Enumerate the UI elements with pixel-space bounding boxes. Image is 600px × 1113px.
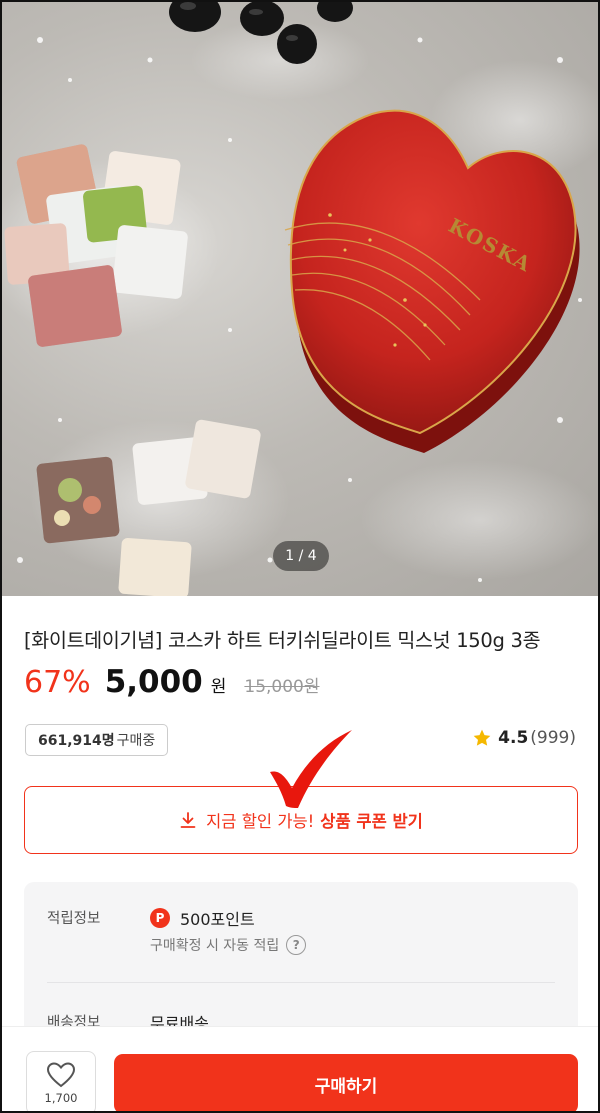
like-button[interactable]: 1,700 [26, 1051, 96, 1113]
buyers-count: 661,914명 [38, 733, 115, 749]
like-count: 1,700 [44, 1091, 78, 1105]
rating[interactable]: 4.5 (999) [472, 728, 576, 748]
heart-icon [46, 1062, 76, 1088]
star-icon [473, 729, 491, 746]
points-value: 500포인트 [180, 910, 255, 929]
coupon-text: 지금 할인 가능! [206, 812, 315, 831]
points-icon: P [150, 908, 170, 928]
help-icon[interactable]: ? [286, 935, 307, 955]
buyers-suffix: 구매중 [116, 733, 156, 749]
original-price: 15,000원 [244, 677, 320, 697]
points-row: P 500포인트 [150, 906, 255, 930]
review-count[interactable]: (999) [530, 728, 576, 748]
points-note-row: 구매확정 시 자동 적립 ? [150, 935, 307, 955]
sale-price: 5,000 [104, 664, 203, 700]
points-label: 적립정보 [47, 911, 101, 927]
product-title: [화이트데이기념] 코스카 하트 터키쉬딜라이트 믹스넛 150g 3종 [24, 629, 541, 652]
product-photo: KOSKA [0, 0, 600, 596]
points-note: 구매확정 시 자동 적립 [150, 938, 280, 954]
product-image-gallery[interactable]: KOSKA 1 / 4 [0, 0, 600, 596]
currency-unit: 원 [210, 677, 227, 697]
coupon-strong-text: 상품 쿠폰 받기 [320, 812, 423, 831]
gallery-page-indicator: 1 / 4 [273, 541, 329, 571]
bottom-action-bar: 1,700 구매하기 [2, 1026, 598, 1113]
rating-value: 4.5 [498, 728, 529, 748]
download-icon [180, 812, 196, 828]
checkmark-annotation-icon [270, 730, 352, 808]
buyers-count-badge: 661,914명 구매중 [25, 724, 169, 756]
info-divider [47, 982, 555, 983]
discount-rate: 67% [24, 665, 91, 700]
price-row: 67% 5,000 원 15,000원 [24, 664, 320, 704]
buy-button[interactable]: 구매하기 [114, 1054, 578, 1113]
